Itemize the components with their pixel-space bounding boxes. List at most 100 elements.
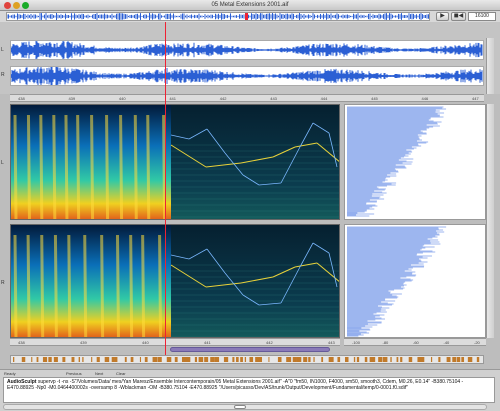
next-button[interactable]: Next [95,371,103,376]
segment-marker [369,357,375,362]
time-ruler-top: 438 439 440 441 442 443 444 445 446 447 [10,94,484,102]
console-scrollbar[interactable] [3,404,487,410]
selection-range-bar[interactable] [170,347,330,352]
segment-marker [446,357,451,362]
ruler-tick-label: -20 [474,340,480,345]
clear-button[interactable]: Clear [116,371,126,376]
segment-marker [244,357,247,362]
segment-marker [214,357,220,362]
ruler-tick-label: 443 [270,96,277,101]
right-spectrogram-label: R [1,280,5,286]
stop-button[interactable]: ◼◀ [451,12,466,21]
segment-marker [400,357,403,362]
ruler-tick-label: -80 [382,340,389,345]
segment-marker [345,357,349,362]
segment-marker [152,357,158,362]
spectrum-slice-right[interactable] [344,224,486,338]
segment-marker [82,357,84,362]
spectrum-slice-left[interactable] [344,104,486,220]
console-scroll-thumb[interactable] [234,405,246,409]
left-spectrogram-label: L [1,160,4,166]
sample-rate-field[interactable]: 16100 [468,12,496,21]
segment-marker [210,357,215,362]
ruler-tick-label: 440 [118,96,126,101]
segment-marker [303,357,308,362]
segment-marker [194,357,198,362]
spectrogram-left[interactable] [10,104,340,220]
segment-marker [268,357,270,362]
overview-selection-marker [245,13,248,20]
play-button[interactable]: ▶ [436,12,449,21]
time-ruler-bottom: 438 439 440 441 442 443 [10,338,340,346]
segment-marker [223,357,229,362]
ruler-tick-label: -100 [352,340,361,345]
segment-marker [166,357,172,362]
spectrogram-active-region [11,225,171,337]
overview-waveform[interactable] [6,12,430,21]
segment-marker [390,357,392,362]
segment-marker [286,357,292,362]
console-app-name: AudioSculpt [7,379,37,385]
segment-marker [292,357,297,362]
ruler-tick-label: -40 [443,340,450,345]
right-waveform[interactable] [10,66,484,86]
command-console[interactable]: AudioSculpt supervp -t -ns -S"/Volumes/D… [3,377,495,403]
segment-marker [364,357,368,362]
segment-marker [452,357,457,362]
title-bar: 05 Metal Extensions 2001.aif [0,0,500,11]
segment-marker [249,357,254,362]
spectrum-slice-trace-right [347,226,447,337]
segment-marker [139,357,142,362]
segment-marker [308,357,311,362]
segment-marker [114,357,118,362]
ruler-tick-label: 438 [18,96,25,101]
segmentation-bar[interactable] [10,355,484,364]
previous-button[interactable]: Previous [66,371,82,376]
ruler-tick-label: 438 [18,340,25,345]
segment-marker [313,357,315,362]
waveform-scrollbar[interactable] [486,38,494,94]
right-waveform-trace [10,66,483,86]
segment-marker [53,357,58,362]
segment-marker [461,357,465,362]
segment-marker [277,357,282,362]
segment-marker [296,357,302,362]
left-waveform[interactable] [10,40,484,60]
playhead-marker[interactable] [165,22,166,356]
segment-marker [13,357,15,362]
segment-marker [144,357,148,362]
ruler-tick-label: 439 [80,340,87,345]
segment-marker [157,357,162,362]
segment-marker [236,357,239,362]
ruler-tick-label: 445 [371,96,378,101]
segment-markers [13,357,480,362]
segment-marker [42,357,48,362]
ready-status: Ready [4,371,16,376]
ruler-tick-label: 443 [328,340,335,345]
segment-marker [111,357,115,362]
segment-marker [382,357,388,362]
spectrogram-right[interactable] [10,224,340,338]
segment-marker [467,357,473,362]
segment-marker [408,357,413,362]
ruler-tick-label: 446 [421,96,429,101]
overview-waveform-trace [7,13,429,20]
segment-marker [48,357,52,362]
segment-marker [198,357,204,362]
left-channel-label: L [1,47,4,53]
amplitude-ruler: -100 -80 -60 -40 -20 [344,338,486,346]
segment-marker [378,357,383,362]
spectrogram-scrollbar[interactable] [486,104,494,338]
left-waveform-trace [10,40,483,60]
segment-marker [36,357,39,362]
segment-marker [421,357,425,362]
segment-marker [417,357,423,362]
segment-marker [96,357,100,362]
segment-marker [240,357,243,362]
ruler-tick-label: 442 [266,340,273,345]
segment-marker [430,357,433,362]
segment-marker [124,357,127,362]
console-line-2: E470.88925 -Np0 -M0.0464400002s -oversam… [7,385,408,392]
ruler-tick-label: 441 [204,340,211,345]
segment-marker [130,357,134,362]
